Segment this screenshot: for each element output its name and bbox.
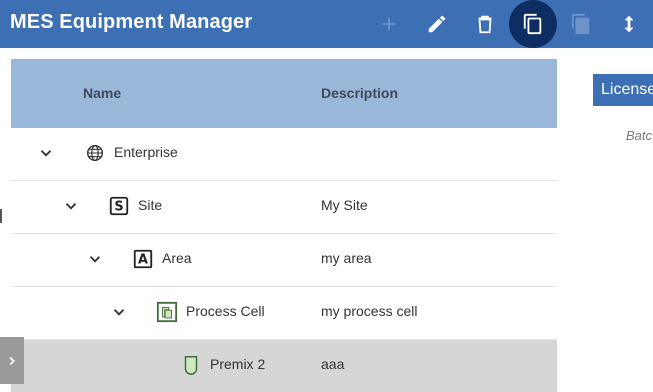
add-button[interactable] [365, 0, 413, 48]
edit-button[interactable] [413, 0, 461, 48]
copy-icon [523, 13, 542, 35]
paste-button[interactable] [557, 0, 605, 48]
tree-row-site[interactable]: S Site My Site [11, 181, 557, 234]
tree-row-name: Premix 2 [210, 356, 266, 372]
move-vertical-icon [624, 15, 634, 33]
left-edge-marker [0, 209, 2, 223]
tree-row-description: my process cell [321, 303, 418, 319]
chevron-down-icon[interactable] [86, 250, 104, 268]
equipment-tree: Name Description Enterprise S Site My Si… [11, 59, 557, 392]
batch-label: Batc [626, 128, 653, 143]
globe-icon [86, 144, 104, 162]
chevron-down-icon[interactable] [62, 197, 80, 215]
tree-row-process-cell[interactable]: Process Cell my process cell [11, 287, 557, 340]
delete-button[interactable] [461, 0, 509, 48]
tree-row-name: Area [162, 250, 192, 266]
column-header-description[interactable]: Description [321, 85, 398, 101]
area-a-icon: A [133, 249, 153, 269]
chevron-down-icon[interactable] [110, 303, 128, 321]
tree-row-enterprise[interactable]: Enterprise [11, 128, 557, 181]
tree-row-description: My Site [321, 197, 368, 213]
tree-row-name: Process Cell [186, 303, 265, 319]
copy-button[interactable] [509, 0, 557, 48]
tree-header: Name Description [11, 59, 557, 128]
pencil-icon [428, 15, 446, 33]
move-button[interactable] [605, 0, 653, 48]
process-cell-icon [156, 301, 178, 323]
paste-icon [571, 13, 590, 35]
tree-row-premix-2[interactable]: Premix 2 aaa [11, 340, 557, 392]
svg-text:A: A [138, 253, 148, 268]
app-title: MES Equipment Manager [10, 11, 253, 33]
tree-row-description: my area [321, 250, 372, 266]
tree-row-name: Enterprise [114, 144, 178, 160]
chevron-down-icon[interactable] [37, 144, 55, 162]
app-bar: MES Equipment Manager [0, 0, 653, 48]
site-s-icon: S [109, 196, 129, 216]
tree-row-description: aaa [321, 356, 345, 372]
chevron-right-icon [9, 356, 15, 365]
expand-sidebar-button[interactable] [0, 337, 24, 384]
unit-icon [184, 356, 198, 375]
svg-text:S: S [114, 200, 123, 215]
column-header-name[interactable]: Name [83, 85, 121, 101]
plus-icon [382, 17, 396, 31]
trash-icon [478, 15, 492, 34]
license-button[interactable]: License [593, 74, 653, 106]
tree-row-area[interactable]: A Area my area [11, 234, 557, 287]
tree-row-name: Site [138, 197, 163, 213]
